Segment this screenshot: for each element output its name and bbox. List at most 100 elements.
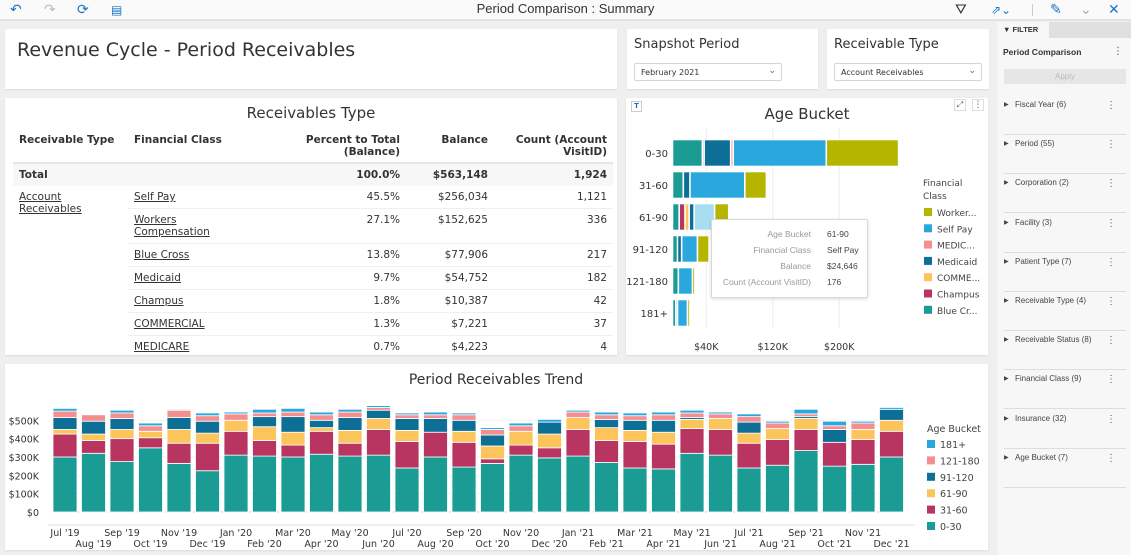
bar-segment[interactable] (537, 418, 562, 423)
more-options-icon[interactable]: ⋮ (1106, 374, 1116, 385)
bar-segment[interactable] (736, 432, 762, 444)
bar-segment[interactable] (537, 433, 562, 449)
bar-segment[interactable] (52, 456, 78, 513)
bar-segment[interactable] (252, 440, 277, 457)
expand-icon[interactable]: ⤢ (954, 99, 966, 111)
snapshot-period-select[interactable]: February 2021 ⌄ (634, 63, 782, 81)
bar-segment[interactable] (280, 407, 306, 413)
bar-segment[interactable] (879, 456, 904, 513)
legend-label[interactable]: Medicaid (937, 258, 977, 268)
bar-segment[interactable] (138, 437, 163, 449)
bar-segment[interactable] (622, 412, 648, 417)
legend-label[interactable]: Blue Cr... (937, 307, 978, 317)
bar-segment[interactable] (565, 409, 591, 413)
filter-tab[interactable]: ▼ FILTER (997, 22, 1049, 38)
bar-segment[interactable] (793, 408, 819, 415)
receivable-type-select[interactable]: Account Receivables ⌄ (834, 63, 982, 81)
bar-segment[interactable] (280, 411, 306, 418)
bar-segment[interactable] (850, 422, 876, 430)
bar-segment[interactable] (81, 433, 106, 441)
bar-segment[interactable] (423, 414, 448, 419)
bar-segment[interactable] (651, 443, 676, 470)
bar-segment[interactable] (451, 414, 477, 421)
financial-class-link[interactable]: COMMERCIAL (134, 318, 205, 330)
bar-segment[interactable] (480, 427, 505, 430)
bar-segment[interactable] (677, 235, 682, 263)
financial-class-link[interactable]: Champus (134, 295, 183, 307)
bar-segment[interactable] (309, 430, 334, 455)
filter-item[interactable]: ▶ Insurance (32) ⋮ (1004, 410, 1126, 449)
filter-item[interactable]: ▶ Corporation (2) ⋮ (1004, 174, 1126, 214)
bar-segment[interactable] (565, 455, 591, 513)
bar-segment[interactable] (672, 299, 676, 327)
bar-segment[interactable] (166, 409, 192, 418)
bar-segment[interactable] (537, 447, 562, 459)
financial-class-link[interactable]: Self Pay (134, 191, 176, 203)
bar-segment[interactable] (195, 415, 220, 422)
bar-segment[interactable] (223, 413, 249, 421)
filter-item[interactable]: ▶ Receivable Type (4) ⋮ (1004, 292, 1126, 331)
bar-segment[interactable] (280, 416, 306, 433)
bar-segment[interactable] (678, 267, 693, 295)
bar-segment[interactable] (109, 429, 135, 440)
col-header-balance[interactable]: Balance (406, 132, 494, 163)
bar-segment[interactable] (537, 457, 562, 513)
bar-segment[interactable] (651, 431, 676, 445)
bar-segment[interactable] (672, 139, 703, 167)
bar-segment[interactable] (223, 419, 249, 432)
filter-item[interactable]: ▶ Receivable Status (8) ⋮ (1004, 331, 1126, 371)
bar-segment[interactable] (594, 462, 619, 513)
bar-segment[interactable] (879, 430, 904, 458)
col-header-financial-class[interactable]: Financial Class (128, 132, 278, 163)
bar-segment[interactable] (702, 139, 704, 167)
bar-segment[interactable] (138, 422, 163, 427)
expand-arrow-icon[interactable]: ▶ (1004, 219, 1009, 226)
bar-segment[interactable] (52, 433, 78, 458)
bar-segment[interactable] (138, 425, 163, 432)
bar-segment[interactable] (594, 427, 619, 441)
bar-segment[interactable] (423, 418, 448, 433)
legend-label[interactable]: 31-60 (940, 506, 968, 517)
bar-segment[interactable] (366, 405, 391, 408)
legend-label[interactable]: Champus (937, 291, 980, 301)
legend-label[interactable]: 181+ (940, 440, 966, 451)
bar-segment[interactable] (708, 413, 733, 419)
bar-segment[interactable] (879, 407, 904, 410)
more-options-icon[interactable]: ⋮ (1106, 178, 1116, 189)
expand-arrow-icon[interactable]: ▶ (1004, 375, 1009, 382)
bar-segment[interactable] (679, 452, 705, 513)
bar-segment[interactable] (337, 408, 363, 413)
filter-icon[interactable]: ⛛ (955, 2, 967, 18)
filter-item[interactable]: ▶ Age Bucket (7) ⋮ (1004, 449, 1126, 488)
bar-segment[interactable] (337, 429, 363, 444)
bar-segment[interactable] (672, 267, 679, 295)
bar-segment[interactable] (166, 442, 192, 464)
more-options-icon[interactable]: ⋮ (1106, 335, 1116, 346)
bar-segment[interactable] (622, 467, 648, 513)
bar-segment[interactable] (765, 422, 790, 429)
bar-segment[interactable] (81, 440, 106, 454)
bar-segment[interactable] (676, 299, 678, 327)
legend-label[interactable]: MEDIC... (937, 242, 975, 252)
bar-segment[interactable] (826, 139, 899, 167)
bar-segment[interactable] (451, 412, 477, 416)
bar-segment[interactable] (594, 440, 619, 463)
bar-segment[interactable] (793, 429, 819, 451)
bar-segment[interactable] (280, 444, 306, 458)
bar-segment[interactable] (423, 411, 448, 416)
expand-arrow-icon[interactable]: ▶ (1004, 415, 1009, 422)
bar-segment[interactable] (850, 439, 876, 465)
bar-segment[interactable] (309, 414, 334, 421)
bar-segment[interactable] (451, 466, 477, 513)
bar-segment[interactable] (508, 430, 534, 446)
bar-segment[interactable] (697, 235, 709, 263)
bar-segment[interactable] (765, 439, 790, 466)
bar-segment[interactable] (394, 414, 420, 419)
bar-segment[interactable] (195, 470, 220, 513)
bar-segment[interactable] (679, 428, 705, 454)
bar-segment[interactable] (366, 454, 391, 513)
bar-segment[interactable] (708, 454, 733, 513)
filter-item[interactable]: ▶ Patient Type (7) ⋮ (1004, 253, 1126, 292)
bar-segment[interactable] (81, 420, 106, 435)
bar-segment[interactable] (480, 458, 505, 464)
